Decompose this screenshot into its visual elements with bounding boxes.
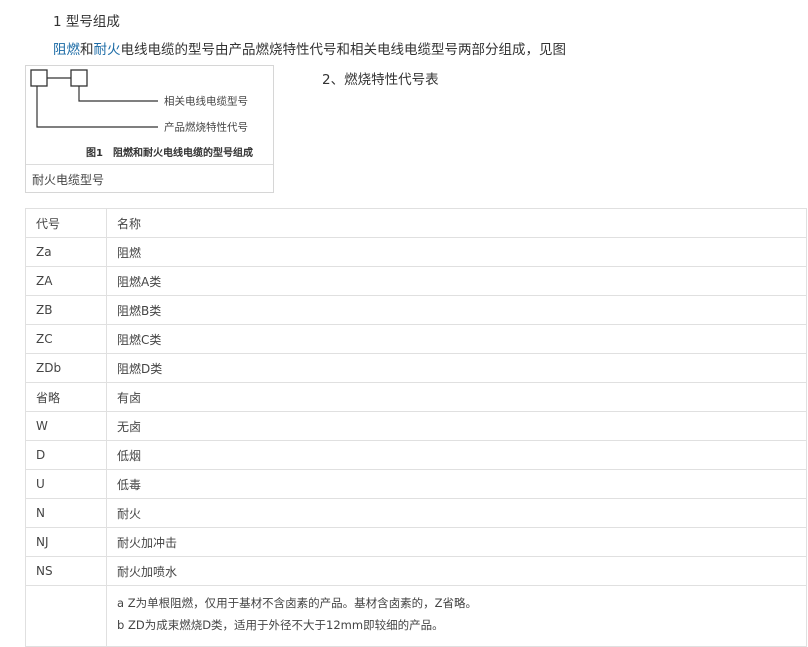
notes-cell: a Z为单根阻燃，仅用于基材不含卤素的产品。基材含卤素的，Z省略。 b ZD为成… <box>106 585 807 647</box>
figure-caption: 图1 阻燃和耐火电线电缆的型号组成 <box>86 146 253 159</box>
section-heading: 1 型号组成 <box>53 14 120 30</box>
cell-code: NJ <box>25 527 107 557</box>
cell-code: NS <box>25 556 107 586</box>
note-b: b ZD为成束燃烧D类，适用于外径不大于12mm即较细的产品。 <box>117 618 444 632</box>
cell-name: 有卤 <box>106 382 807 412</box>
header-code: 代号 <box>25 208 107 238</box>
cell-code: U <box>25 469 107 499</box>
table-row: D 低烟 <box>25 440 807 470</box>
cell-name: 耐火加喷水 <box>106 556 807 586</box>
table-row: ZDb 阻燃D类 <box>25 353 807 383</box>
burn-code-table: 代号 名称 Za 阻燃 ZA 阻燃A类 ZB 阻燃B类 ZC 阻燃C类 ZDb 阻燃D类 … <box>25 208 807 647</box>
intro-text-rest: 电线电缆的型号由产品燃烧特性代号和相关电线电缆型号两部分组成，见图 <box>120 42 567 58</box>
label-burn-code: 产品燃烧特性代号 <box>164 121 248 134</box>
notes-empty-cell <box>25 585 107 647</box>
cell-name: 低烟 <box>106 440 807 470</box>
cell-code: 省略 <box>25 382 107 412</box>
model-composition-figure: 相关电线电缆型号 产品燃烧特性代号 图1 阻燃和耐火电线电缆的型号组成 耐火电缆… <box>25 65 274 193</box>
figure-subcaption: 耐火电缆型号 <box>32 173 105 187</box>
cell-name: 低毒 <box>106 469 807 499</box>
cell-name: 无卤 <box>106 411 807 441</box>
cell-code: W <box>25 411 107 441</box>
cell-code: ZB <box>25 295 107 325</box>
cell-code: ZC <box>25 324 107 354</box>
table-title: 2、燃烧特性代号表 <box>322 72 439 88</box>
leader-product <box>36 86 158 128</box>
cell-name: 阻燃D类 <box>106 353 807 383</box>
link-fire-resistant[interactable]: 耐火 <box>94 42 121 58</box>
table-row: NS 耐火加喷水 <box>25 556 807 586</box>
leader-related <box>78 86 158 102</box>
cell-name: 阻燃C类 <box>106 324 807 354</box>
header-name: 名称 <box>106 208 807 238</box>
code-box-1 <box>30 69 48 87</box>
table-row: U 低毒 <box>25 469 807 499</box>
table-row: NJ 耐火加冲击 <box>25 527 807 557</box>
cell-name: 耐火加冲击 <box>106 527 807 557</box>
code-box-2 <box>70 69 88 87</box>
intro-text-mid: 和 <box>80 42 94 58</box>
table-row: ZA 阻燃A类 <box>25 266 807 296</box>
composition-diagram: 相关电线电缆型号 产品燃烧特性代号 图1 阻燃和耐火电线电缆的型号组成 <box>30 69 253 159</box>
cell-name: 阻燃 <box>106 237 807 267</box>
table-row: Za 阻燃 <box>25 237 807 267</box>
table-row: ZC 阻燃C类 <box>25 324 807 354</box>
cell-name: 耐火 <box>106 498 807 528</box>
link-flame-retardant[interactable]: 阻燃 <box>53 42 80 58</box>
table-row: N 耐火 <box>25 498 807 528</box>
cell-code: N <box>25 498 107 528</box>
intro-paragraph: 阻燃和耐火电线电缆的型号由产品燃烧特性代号和相关电线电缆型号两部分组成，见图 <box>53 38 566 58</box>
figure-divider <box>26 164 273 165</box>
cell-name: 阻燃A类 <box>106 266 807 296</box>
label-related-model: 相关电线电缆型号 <box>164 95 248 108</box>
cell-name: 阻燃B类 <box>106 295 807 325</box>
cell-code: ZA <box>25 266 107 296</box>
cell-code: D <box>25 440 107 470</box>
cell-code: ZDb <box>25 353 107 383</box>
note-a: a Z为单根阻燃，仅用于基材不含卤素的产品。基材含卤素的，Z省略。 <box>117 596 477 610</box>
table-header-row: 代号 名称 <box>25 208 807 238</box>
cell-code: Za <box>25 237 107 267</box>
table-row: 省略 有卤 <box>25 382 807 412</box>
table-notes-row: a Z为单根阻燃，仅用于基材不含卤素的产品。基材含卤素的，Z省略。 b ZD为成… <box>25 585 807 647</box>
table-row: W 无卤 <box>25 411 807 441</box>
table-row: ZB 阻燃B类 <box>25 295 807 325</box>
